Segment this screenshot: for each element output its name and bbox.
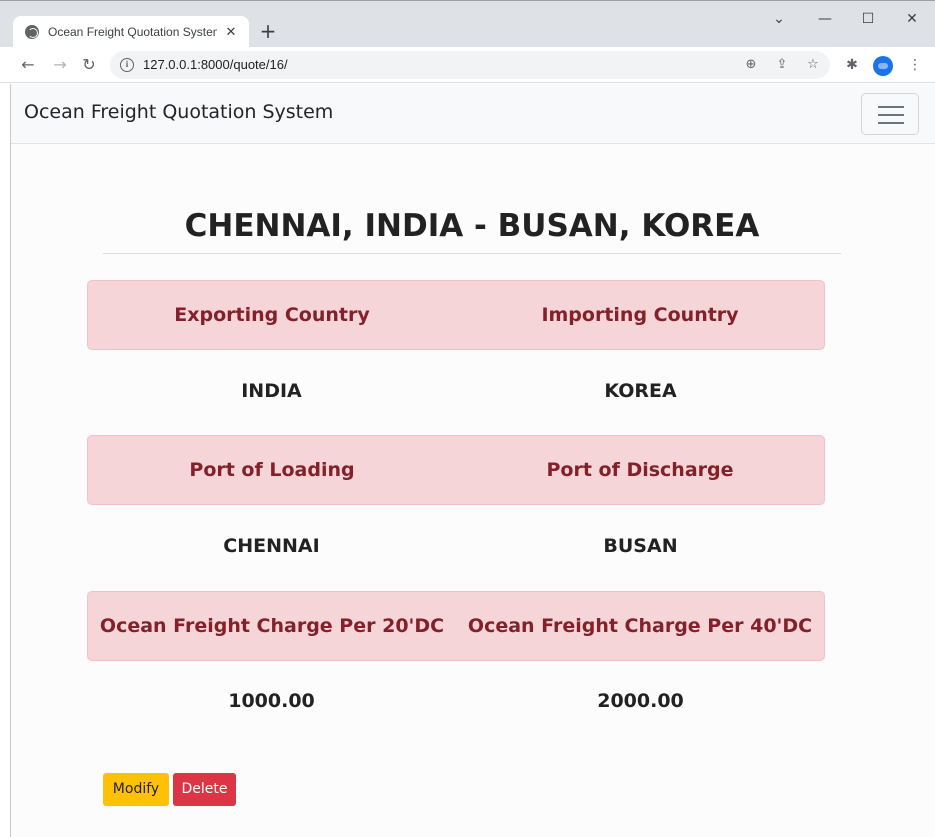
reload-icon[interactable]: ↻ [78, 54, 100, 76]
hamburger-icon-bar [878, 122, 904, 124]
new-tab-button[interactable]: + [257, 19, 279, 43]
page-viewport: Ocean Freight Quotation System CHENNAI, … [10, 84, 935, 837]
charge-40dc-value: 2000.00 [597, 690, 684, 712]
charge-40dc-label: Ocean Freight Charge Per 40'DC [467, 615, 813, 637]
modify-button[interactable]: Modify [103, 773, 169, 806]
site-info-icon[interactable]: i [120, 58, 134, 72]
charge-20dc-label: Ocean Freight Charge Per 20'DC [99, 615, 445, 637]
address-bar[interactable]: i 127.0.0.1:8000/quote/16/ ⊕ ⇪ ☆ [110, 51, 830, 79]
port-of-discharge-label: Port of Discharge [546, 459, 734, 481]
profile-avatar[interactable] [873, 56, 893, 76]
tab-close-icon[interactable]: ✕ [223, 25, 239, 40]
page-title: CHENNAI, INDIA - BUSAN, KOREA [103, 202, 841, 254]
navbar-toggler-button[interactable] [861, 93, 919, 135]
value-row-countries: INDIA KOREA [87, 380, 825, 402]
forward-icon[interactable]: → [49, 54, 71, 76]
hamburger-icon-bar [878, 114, 904, 116]
share-icon[interactable]: ⇪ [772, 55, 792, 75]
value-row-charges: 1000.00 2000.00 [87, 690, 825, 712]
extensions-icon[interactable]: ✱ [842, 55, 862, 75]
delete-button[interactable]: Delete [173, 773, 236, 806]
navbar-brand[interactable]: Ocean Freight Quotation System [24, 101, 333, 123]
value-row-ports: CHENNAI BUSAN [87, 535, 825, 557]
navbar: Ocean Freight Quotation System [11, 84, 935, 144]
label-row-countries: Exporting Country Importing Country [87, 280, 825, 350]
port-of-discharge-value: BUSAN [603, 535, 678, 557]
globe-icon [25, 25, 39, 39]
exporting-country-value: INDIA [241, 380, 302, 402]
tab-title: Ocean Freight Quotation System [48, 25, 217, 39]
menu-kebab-icon[interactable]: ⋮ [905, 55, 925, 75]
back-icon[interactable]: ← [17, 54, 39, 76]
label-row-charges: Ocean Freight Charge Per 20'DC Ocean Fre… [87, 591, 825, 661]
exporting-country-label: Exporting Country [174, 304, 370, 326]
close-window-icon[interactable]: ✕ [897, 9, 927, 29]
browser-tab[interactable]: Ocean Freight Quotation System ✕ [13, 16, 249, 48]
port-of-loading-value: CHENNAI [223, 535, 320, 557]
tab-search-icon[interactable]: ⌄ [764, 9, 794, 29]
browser-toolbar: ← → ↻ i 127.0.0.1:8000/quote/16/ ⊕ ⇪ ☆ ✱… [0, 47, 935, 83]
maximize-icon[interactable]: ☐ [853, 9, 883, 29]
zoom-icon[interactable]: ⊕ [741, 55, 761, 75]
browser-tab-strip: Ocean Freight Quotation System ✕ + ⌄ — ☐… [0, 0, 935, 48]
label-row-ports: Port of Loading Port of Discharge [87, 435, 825, 505]
minimize-icon[interactable]: — [810, 9, 840, 29]
port-of-loading-label: Port of Loading [189, 459, 355, 481]
importing-country-label: Importing Country [541, 304, 739, 326]
importing-country-value: KOREA [604, 380, 677, 402]
charge-20dc-value: 1000.00 [228, 690, 315, 712]
url-text[interactable]: 127.0.0.1:8000/quote/16/ [143, 57, 288, 72]
hamburger-icon-bar [878, 106, 904, 108]
bookmark-star-icon[interactable]: ☆ [803, 55, 823, 75]
